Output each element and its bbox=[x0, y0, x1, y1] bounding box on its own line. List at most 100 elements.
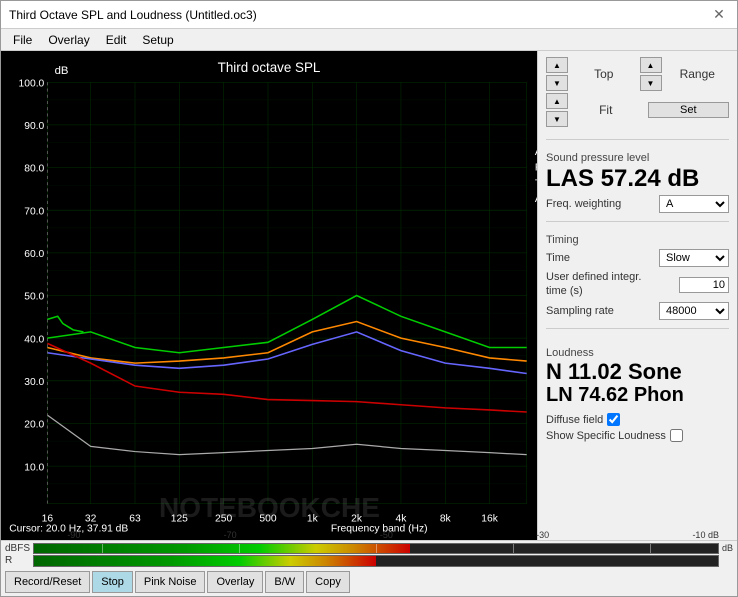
svg-text:2k: 2k bbox=[351, 513, 363, 524]
title-bar: Third Octave SPL and Loudness (Untitled.… bbox=[1, 1, 737, 29]
loudness-n-value: N 11.02 Sone bbox=[546, 359, 729, 384]
overlay-button[interactable]: Overlay bbox=[207, 571, 263, 593]
loudness-ln-value: LN 74.62 Phon bbox=[546, 384, 729, 407]
sampling-rate-select[interactable]: 48000 44100 96000 bbox=[659, 302, 729, 320]
meter-fill-top bbox=[34, 544, 410, 553]
svg-text:32: 32 bbox=[85, 513, 97, 524]
svg-text:4k: 4k bbox=[395, 513, 407, 524]
menu-overlay[interactable]: Overlay bbox=[40, 31, 97, 49]
user-defined-label: User defined integr. time (s) bbox=[546, 271, 646, 297]
level-meters: dBFS R - bbox=[1, 541, 737, 569]
copy-button[interactable]: Copy bbox=[306, 571, 350, 593]
top-label: Top bbox=[572, 67, 636, 81]
loudness-section-label: Loudness bbox=[546, 347, 729, 359]
svg-text:A: A bbox=[535, 194, 537, 205]
svg-text:16: 16 bbox=[42, 513, 54, 524]
bottom-buttons: Record/Reset Stop Pink Noise Overlay B/W… bbox=[1, 569, 737, 597]
svg-text:10.0: 10.0 bbox=[24, 462, 44, 473]
top-up-button[interactable]: ▲ bbox=[546, 57, 568, 73]
meter-top bbox=[33, 543, 719, 554]
show-specific-row: Show Specific Loudness bbox=[546, 429, 729, 442]
svg-text:50.0: 50.0 bbox=[24, 292, 44, 303]
tick-10 bbox=[650, 544, 651, 553]
range-up-button[interactable]: ▲ bbox=[640, 57, 662, 73]
svg-text:16k: 16k bbox=[481, 513, 498, 524]
window-title: Third Octave SPL and Loudness (Untitled.… bbox=[9, 8, 257, 22]
nav-row-top: ▲ ▼ Top ▲ ▼ Range bbox=[546, 57, 729, 91]
fit-label: Fit bbox=[572, 103, 640, 117]
timing-section: Timing Time Slow Fast Impulse User defin… bbox=[546, 234, 729, 319]
svg-text:63: 63 bbox=[129, 513, 141, 524]
svg-text:20.0: 20.0 bbox=[24, 420, 44, 431]
menu-edit[interactable]: Edit bbox=[98, 31, 135, 49]
top-down-button[interactable]: ▼ bbox=[546, 75, 568, 91]
svg-text:Third octave SPL: Third octave SPL bbox=[218, 60, 321, 75]
meter-container: -90 -70 -50 -30 -10 dB bbox=[33, 543, 719, 567]
svg-text:90.0: 90.0 bbox=[24, 121, 44, 132]
main-content: 100.0 90.0 80.0 70.0 60.0 50.0 40.0 30.0… bbox=[1, 51, 737, 540]
tick-50 bbox=[376, 544, 377, 553]
timing-label: Timing bbox=[546, 234, 729, 246]
user-defined-input[interactable] bbox=[679, 277, 729, 293]
pink-noise-button[interactable]: Pink Noise bbox=[135, 571, 206, 593]
svg-text:A: A bbox=[535, 147, 537, 158]
meter-fill-bottom bbox=[34, 556, 376, 565]
diffuse-field-row: Diffuse field bbox=[546, 413, 729, 426]
chart-area: 100.0 90.0 80.0 70.0 60.0 50.0 40.0 30.0… bbox=[1, 51, 537, 540]
svg-text:100.0: 100.0 bbox=[19, 78, 45, 89]
stop-button[interactable]: Stop bbox=[92, 571, 133, 593]
svg-text:500: 500 bbox=[259, 513, 276, 524]
range-down-button[interactable]: ▼ bbox=[640, 75, 662, 91]
sampling-rate-row: Sampling rate 48000 44100 96000 bbox=[546, 302, 729, 320]
diffuse-field-checkbox[interactable] bbox=[607, 413, 620, 426]
menu-file[interactable]: File bbox=[5, 31, 40, 49]
tick-30 bbox=[513, 544, 514, 553]
svg-text:70.0: 70.0 bbox=[24, 206, 44, 217]
main-window: Third Octave SPL and Loudness (Untitled.… bbox=[0, 0, 738, 597]
svg-text:30.0: 30.0 bbox=[24, 377, 44, 388]
nav-row-fit: ▲ ▼ Fit Set bbox=[546, 93, 729, 127]
svg-text:Frequency band (Hz): Frequency band (Hz) bbox=[331, 524, 428, 535]
svg-text:T: T bbox=[535, 178, 537, 189]
svg-text:125: 125 bbox=[171, 513, 188, 524]
db-unit-label: dB bbox=[719, 543, 733, 553]
svg-text:250: 250 bbox=[215, 513, 232, 524]
freq-weighting-select[interactable]: A B C Z bbox=[659, 195, 729, 213]
svg-text:1k: 1k bbox=[307, 513, 319, 524]
set-button[interactable]: Set bbox=[648, 102, 730, 118]
bw-button[interactable]: B/W bbox=[265, 571, 304, 593]
svg-text:80.0: 80.0 bbox=[24, 164, 44, 175]
time-label: Time bbox=[546, 252, 570, 264]
svg-text:60.0: 60.0 bbox=[24, 249, 44, 260]
close-button[interactable]: ✕ bbox=[709, 5, 729, 25]
chart-wrapper: 100.0 90.0 80.0 70.0 60.0 50.0 40.0 30.0… bbox=[1, 51, 537, 540]
meter-bottom bbox=[33, 555, 719, 566]
sampling-rate-label: Sampling rate bbox=[546, 305, 614, 317]
chart-svg: 100.0 90.0 80.0 70.0 60.0 50.0 40.0 30.0… bbox=[1, 51, 537, 540]
fit-up-button[interactable]: ▲ bbox=[546, 93, 568, 109]
spl-section: Sound pressure level LAS 57.24 dB Freq. … bbox=[546, 148, 729, 213]
dbfs-label: dBFS bbox=[5, 543, 30, 554]
nav-buttons: ▲ ▼ Top ▲ ▼ Range ▲ ▼ Fit bbox=[546, 57, 729, 127]
spl-section-label: Sound pressure level bbox=[546, 152, 729, 164]
show-specific-checkbox[interactable] bbox=[670, 429, 683, 442]
time-row: Time Slow Fast Impulse bbox=[546, 249, 729, 267]
spl-value: LAS 57.24 dB bbox=[546, 166, 729, 192]
bottom-bar: dBFS R - bbox=[1, 540, 737, 596]
svg-text:8k: 8k bbox=[440, 513, 452, 524]
svg-text:Cursor: 20.0 Hz, 37.91 dB: Cursor: 20.0 Hz, 37.91 dB bbox=[9, 524, 128, 535]
time-select[interactable]: Slow Fast Impulse bbox=[659, 249, 729, 267]
menu-bar: File Overlay Edit Setup bbox=[1, 29, 737, 51]
r-label: R bbox=[5, 555, 30, 566]
menu-setup[interactable]: Setup bbox=[134, 31, 181, 49]
svg-text:40.0: 40.0 bbox=[24, 334, 44, 345]
loudness-section: Loudness N 11.02 Sone LN 74.62 Phon Diff… bbox=[546, 343, 729, 442]
record-reset-button[interactable]: Record/Reset bbox=[5, 571, 90, 593]
show-specific-label: Show Specific Loudness bbox=[546, 430, 666, 442]
fit-down-button[interactable]: ▼ bbox=[546, 111, 568, 127]
side-panel: ▲ ▼ Top ▲ ▼ Range ▲ ▼ Fit bbox=[537, 51, 737, 540]
diffuse-field-label: Diffuse field bbox=[546, 414, 603, 426]
svg-text:dB: dB bbox=[55, 65, 69, 77]
tick-70 bbox=[239, 544, 240, 553]
range-label: Range bbox=[666, 67, 730, 81]
